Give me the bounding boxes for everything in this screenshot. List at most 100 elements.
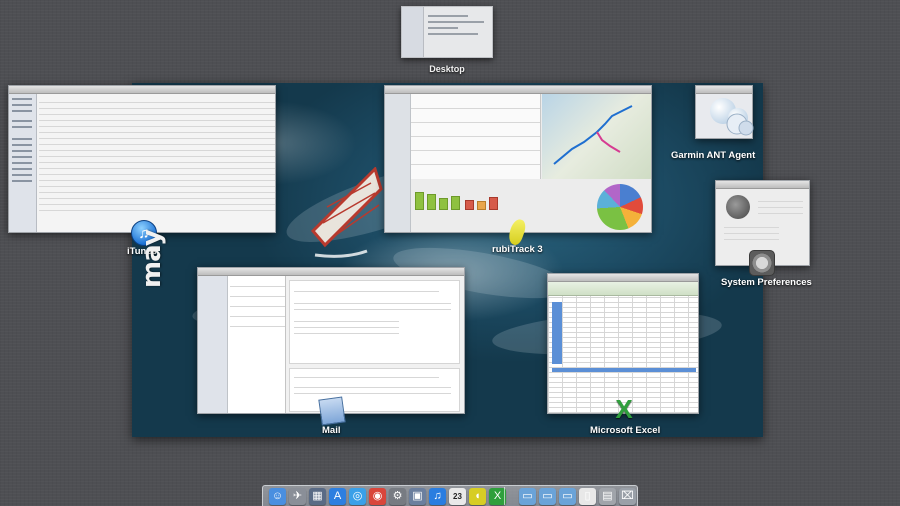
launchpad-icon[interactable]: ✈ — [289, 488, 306, 505]
rubitrack-label: rubiTrack 3 — [492, 244, 543, 255]
sidebar-row — [12, 156, 32, 158]
rubitrack-window-thumbnail[interactable] — [384, 85, 652, 233]
windsurf-sail-image — [310, 167, 383, 258]
calendar-row — [411, 108, 540, 109]
preview-icon[interactable]: ▣ — [409, 488, 426, 505]
excel-app-icon[interactable]: X — [611, 396, 637, 422]
sidebar-row — [12, 138, 32, 140]
highlighted-cells — [552, 368, 696, 372]
system-preferences-label: System Preferences — [721, 277, 812, 288]
chrome-icon[interactable]: ◉ — [369, 488, 386, 505]
mission-control-icon[interactable]: ▦ — [309, 488, 326, 505]
pref-row — [758, 213, 803, 214]
mail-window-thumbnail[interactable] — [197, 267, 465, 414]
track-row — [39, 198, 275, 199]
calendar-row — [411, 150, 540, 151]
rubitrack-pie-chart — [597, 184, 643, 230]
dock-separator — [504, 487, 505, 505]
itunes-sidebar — [9, 94, 37, 232]
folder-icon[interactable]: ▭ — [519, 488, 536, 505]
desktop-thumb-line — [428, 27, 458, 29]
pref-row — [724, 239, 779, 240]
trash-icon[interactable]: ⌧ — [619, 488, 636, 505]
garmin-ant-agent-app-icon[interactable] — [725, 112, 755, 138]
message-text-line — [294, 333, 399, 334]
track-row — [39, 168, 275, 169]
rubitrack-icon[interactable]: ◖ — [469, 488, 486, 505]
chart-bar — [427, 194, 436, 210]
carbonite-logo — [726, 195, 750, 219]
sidebar-row — [12, 104, 32, 106]
track-row — [39, 192, 275, 193]
safari-icon[interactable]: ◎ — [349, 488, 366, 505]
chart-bar — [451, 196, 460, 210]
desktop-thumb-line — [428, 33, 478, 35]
message-row — [230, 296, 285, 297]
track-row — [39, 210, 275, 211]
sidebar-row — [12, 110, 32, 112]
app-store-icon[interactable]: A — [329, 488, 346, 505]
message-preview — [289, 280, 460, 364]
message-text-line — [294, 291, 439, 292]
excel-ribbon — [548, 282, 698, 296]
excel-window-thumbnail[interactable] — [547, 273, 699, 414]
chart-bar — [439, 198, 448, 210]
document-icon[interactable]: ▯ — [579, 488, 596, 505]
mailbox-sidebar — [198, 276, 228, 413]
track-row — [39, 120, 275, 121]
desktop-thumb-sidebar — [402, 7, 424, 57]
calendar-row — [411, 122, 540, 123]
documents-folder-icon[interactable]: ▭ — [539, 488, 556, 505]
excel-label: Microsoft Excel — [590, 425, 661, 436]
sidebar-row — [12, 144, 32, 146]
track-row — [39, 144, 275, 145]
track-row — [39, 132, 275, 133]
rubitrack-sidebar — [385, 94, 411, 232]
sidebar-row — [12, 168, 32, 170]
garmin-label: Garmin ANT Agent — [671, 150, 756, 161]
message-row — [230, 286, 285, 287]
sidebar-row — [12, 174, 32, 176]
message-text-line — [294, 387, 451, 388]
itunes-window-thumbnail[interactable] — [8, 85, 276, 233]
track-row — [39, 162, 275, 163]
calendar-row — [411, 164, 540, 165]
desktop-space-thumbnail[interactable] — [401, 6, 493, 58]
chart-bar — [489, 197, 498, 210]
pref-row — [724, 227, 779, 228]
track-row — [39, 138, 275, 139]
system-preferences-icon[interactable]: ⚙ — [389, 488, 406, 505]
message-row — [230, 306, 285, 307]
chart-bar — [477, 201, 486, 210]
desktop-thumb-line — [428, 21, 484, 23]
rubitrack-calendar — [411, 94, 541, 179]
track-row — [39, 108, 275, 109]
chart-bar — [465, 200, 474, 210]
system-preferences-app-icon[interactable] — [749, 250, 775, 276]
finder-icon[interactable]: ☺ — [269, 488, 286, 505]
mail-app-icon[interactable] — [318, 396, 346, 426]
desktop-label: Desktop — [429, 64, 465, 74]
calendar-icon[interactable]: 23 — [449, 488, 466, 505]
message-row — [230, 326, 285, 327]
track-row — [39, 156, 275, 157]
pref-row — [758, 201, 803, 202]
sidebar-row — [12, 126, 32, 128]
window-titlebar — [9, 86, 275, 94]
message-text-line — [294, 393, 451, 394]
message-row — [230, 316, 285, 317]
chart-bar — [415, 192, 424, 210]
wallpaper-may-text: may — [137, 230, 167, 288]
sidebar-row — [12, 162, 32, 164]
window-titlebar — [716, 181, 809, 189]
stack-icon[interactable]: ▤ — [599, 488, 616, 505]
track-row — [39, 114, 275, 115]
window-titlebar — [696, 86, 752, 94]
downloads-folder-icon[interactable]: ▭ — [559, 488, 576, 505]
itunes-icon[interactable]: ♫ — [429, 488, 446, 505]
window-titlebar — [198, 268, 464, 276]
track-row — [39, 102, 275, 103]
message-text-line — [294, 321, 399, 322]
sidebar-row — [12, 98, 32, 100]
mail-label: Mail — [322, 425, 341, 436]
